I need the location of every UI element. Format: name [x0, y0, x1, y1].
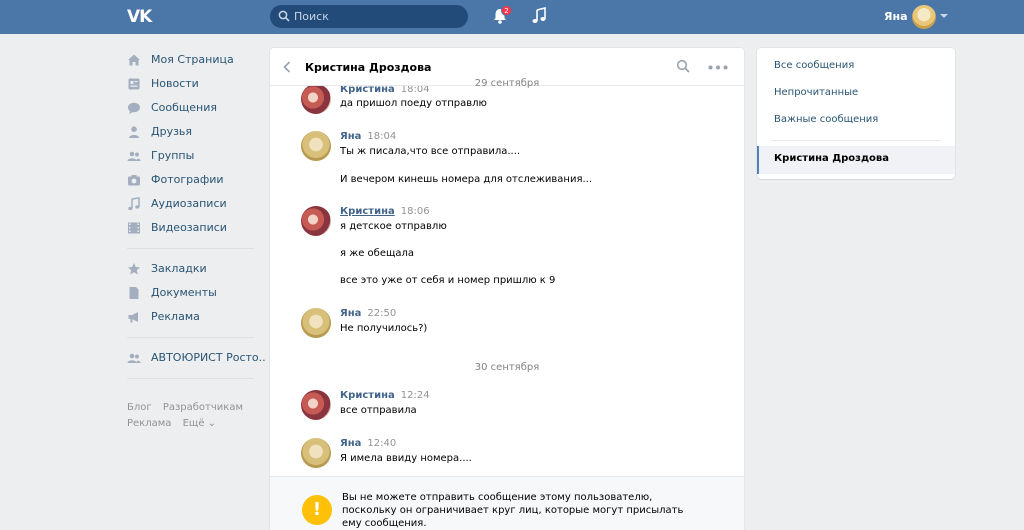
- nav-label: Моя Страница: [151, 53, 234, 66]
- nav-item-my-page[interactable]: Моя Страница: [127, 48, 257, 72]
- message-author[interactable]: Яна 12:40: [340, 438, 396, 449]
- avatar[interactable]: [301, 390, 331, 420]
- nav-label: Фотографии: [151, 173, 224, 186]
- camera-icon: [128, 175, 140, 186]
- message-time: 18:04: [367, 131, 397, 142]
- nav-label: Друзья: [151, 125, 193, 138]
- music-note-icon: [128, 197, 140, 211]
- news-icon: [128, 78, 140, 90]
- search-placeholder: Поиск: [294, 10, 329, 23]
- footer-links: Блог Разработчикам Реклама Ещё ⌄: [127, 400, 257, 432]
- message-author[interactable]: Кристина 18:06: [340, 206, 430, 217]
- nav-label: Видеозаписи: [151, 221, 227, 234]
- search-input[interactable]: Поиск: [270, 5, 468, 28]
- message-text: все это уже от себя и номер пришлю к 9: [340, 275, 556, 286]
- nav-item-photos[interactable]: Фотографии: [127, 168, 257, 192]
- nav-label: Закладки: [151, 262, 207, 275]
- music-icon[interactable]: [531, 7, 547, 25]
- conversation-title[interactable]: Кристина Дроздова: [305, 61, 431, 74]
- filter-active-label: Кристина Дроздова: [774, 153, 889, 164]
- nav-divider: [127, 337, 254, 338]
- filter-divider: [772, 140, 940, 141]
- message-text: И вечером кинешь номера для отслеживания…: [340, 174, 593, 185]
- vk-logo[interactable]: VK: [127, 7, 157, 27]
- message-author[interactable]: Яна 22:50: [340, 308, 396, 319]
- message-text: Ты ж писала,что все отправила....: [340, 146, 521, 157]
- message-author[interactable]: Кристина 12:24: [340, 390, 430, 401]
- conversation-panel: Кристина Дроздова 29 сентября Кристина 18…: [270, 48, 744, 530]
- star-icon: [128, 263, 140, 275]
- message-time: 18:06: [400, 206, 430, 217]
- home-icon: [128, 54, 140, 66]
- nav-label: Документы: [151, 286, 217, 299]
- filter-important[interactable]: Важные сообщения: [774, 114, 878, 125]
- footer-link-blog[interactable]: Блог: [127, 402, 152, 413]
- filter-active-conversation[interactable]: Кристина Дроздова: [757, 146, 955, 174]
- groups-icon: [127, 151, 141, 161]
- nav-item-ads[interactable]: Реклама: [127, 305, 257, 329]
- community-icon: [127, 353, 141, 363]
- top-bar: VK Поиск 2 Яна: [0, 0, 1024, 34]
- nav-divider: [127, 248, 254, 249]
- back-arrow-icon[interactable]: [283, 61, 291, 73]
- message-text: я же обещала: [340, 248, 415, 259]
- message-text: да пришол поеду отправлю: [340, 98, 487, 109]
- nav-item-news[interactable]: Новости: [127, 72, 257, 96]
- message-time: 12:40: [367, 438, 397, 449]
- message-text: Не получилось?): [340, 323, 428, 334]
- notice-text: Вы не можете отправить сообщение этому п…: [342, 492, 684, 529]
- avatar[interactable]: [301, 131, 331, 161]
- footer-link-ads[interactable]: Реклама: [127, 418, 171, 429]
- megaphone-icon: [128, 312, 138, 323]
- nav-label: Сообщения: [151, 101, 218, 114]
- nav-item-community[interactable]: АВТОЮРИСТ Росто..: [127, 346, 266, 370]
- left-nav: Моя Страница Новости Сообщения Друзья Гр…: [127, 48, 266, 387]
- nav-item-messages[interactable]: Сообщения: [127, 96, 257, 120]
- nav-item-documents[interactable]: Документы: [127, 281, 257, 305]
- nav-divider: [127, 378, 254, 379]
- warning-icon: !: [302, 495, 332, 525]
- nav-item-video[interactable]: Видеозаписи: [127, 216, 257, 240]
- date-separator: 30 сентября: [474, 362, 540, 373]
- footer-link-more[interactable]: Ещё ⌄: [183, 418, 216, 429]
- cannot-send-notice: ! Вы не можете отправить сообщение этому…: [270, 476, 744, 530]
- avatar[interactable]: [301, 438, 331, 468]
- document-icon: [129, 287, 139, 299]
- message-time: 12:24: [400, 390, 430, 401]
- footer-link-developers[interactable]: Разработчикам: [163, 402, 243, 413]
- user-name[interactable]: Яна: [884, 10, 908, 23]
- nav-item-bookmarks[interactable]: Закладки: [127, 257, 257, 281]
- avatar[interactable]: [912, 5, 936, 29]
- date-separator: 29 сентября: [474, 78, 540, 89]
- search-icon: [278, 10, 290, 22]
- filter-unread[interactable]: Непрочитанные: [774, 87, 858, 98]
- search-icon[interactable]: [676, 59, 690, 73]
- friends-icon: [129, 126, 139, 138]
- message-filters: Все сообщения Непрочитанные Важные сообщ…: [757, 48, 955, 179]
- message-text: все отправила: [340, 405, 417, 416]
- avatar[interactable]: [301, 206, 331, 236]
- chevron-down-icon[interactable]: [940, 14, 948, 18]
- nav-item-friends[interactable]: Друзья: [127, 120, 257, 144]
- more-icon[interactable]: [708, 65, 728, 70]
- nav-label: АВТОЮРИСТ Росто..: [151, 351, 266, 364]
- nav-label: Аудиозаписи: [151, 197, 227, 210]
- notification-badge: 2: [501, 5, 512, 16]
- nav-label: Новости: [151, 77, 199, 90]
- filter-all-messages[interactable]: Все сообщения: [774, 60, 854, 71]
- nav-label: Реклама: [151, 310, 200, 323]
- message-time: 22:50: [367, 308, 397, 319]
- avatar[interactable]: [301, 308, 331, 338]
- message-text: Я имела ввиду номера....: [340, 453, 472, 464]
- message-author[interactable]: Яна 18:04: [340, 131, 396, 142]
- nav-label: Группы: [151, 149, 195, 162]
- nav-item-groups[interactable]: Группы: [127, 144, 257, 168]
- message-text: я детское отправлю: [340, 221, 447, 232]
- film-icon: [128, 222, 140, 234]
- messages-icon: [128, 102, 140, 114]
- nav-item-audio[interactable]: Аудиозаписи: [127, 192, 257, 216]
